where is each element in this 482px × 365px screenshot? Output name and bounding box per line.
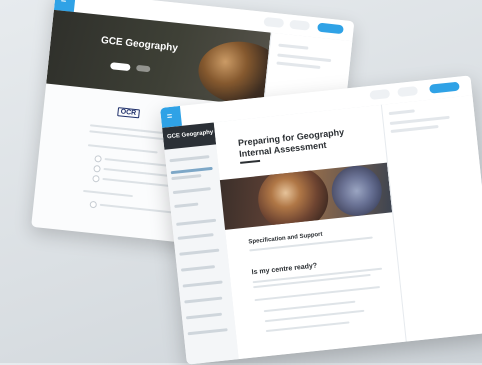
nav-item[interactable] xyxy=(176,218,217,226)
sidebar-heading xyxy=(278,43,309,50)
header-primary-button[interactable] xyxy=(429,81,460,94)
lens-image xyxy=(329,163,385,219)
app-logo[interactable]: = xyxy=(160,105,182,128)
section-heading-centre-ready: Is my centre ready? xyxy=(251,262,318,277)
section-heading xyxy=(83,189,133,198)
header-primary-button[interactable] xyxy=(317,22,344,35)
header-button-2[interactable] xyxy=(397,86,419,98)
paragraph-line xyxy=(254,285,381,302)
app-logo-glyph: = xyxy=(61,0,67,5)
nav-item[interactable] xyxy=(180,265,216,272)
sidebar-item[interactable] xyxy=(390,125,439,134)
nav-item[interactable] xyxy=(184,296,223,304)
checklist-item[interactable] xyxy=(102,177,171,187)
checklist-radio[interactable] xyxy=(89,200,98,209)
lesson-window: = GCE Geography Preparing for Geography xyxy=(160,75,482,365)
sidebar-heading xyxy=(388,109,415,116)
nav-item[interactable] xyxy=(185,312,223,320)
nav-item[interactable] xyxy=(172,187,211,195)
nav-title: GCE Geography xyxy=(162,122,217,150)
lesson-banner-image xyxy=(219,162,393,230)
header-button-1[interactable] xyxy=(263,16,285,28)
nav-item[interactable] xyxy=(182,280,223,288)
nav-item-active[interactable] xyxy=(170,166,213,175)
header-button-2[interactable] xyxy=(289,19,311,31)
header-button-1[interactable] xyxy=(369,88,391,100)
nav-item[interactable] xyxy=(174,202,199,209)
hero-start-button[interactable] xyxy=(110,62,131,72)
lesson-content: Preparing for Geography Internal Assessm… xyxy=(213,104,406,360)
hero-secondary-link[interactable] xyxy=(135,64,151,73)
checklist-item[interactable] xyxy=(99,203,176,214)
nav-item[interactable] xyxy=(171,174,202,181)
nav-item[interactable] xyxy=(179,248,220,256)
sidebar-item[interactable] xyxy=(389,115,450,126)
nav-item[interactable] xyxy=(177,233,214,240)
lesson-title: Preparing for Geography Internal Assessm… xyxy=(237,126,345,159)
app-logo-glyph: = xyxy=(166,110,173,122)
title-underline xyxy=(240,159,261,164)
nav-item[interactable] xyxy=(169,155,210,163)
screenshot-scene: = GCE Geography OCR xyxy=(0,0,482,365)
checklist-radio[interactable] xyxy=(94,154,102,163)
course-title: GCE Geography xyxy=(100,35,179,55)
globe-image xyxy=(255,163,332,230)
section-heading xyxy=(87,144,158,154)
bullet-line xyxy=(263,300,356,313)
provider-logo: OCR xyxy=(117,107,140,119)
hero-image xyxy=(195,37,271,107)
checklist-radio[interactable] xyxy=(93,164,101,173)
sidebar-item[interactable] xyxy=(276,61,321,70)
checklist-radio[interactable] xyxy=(92,174,100,183)
bullet-line xyxy=(265,321,350,333)
bullet-line xyxy=(264,309,365,323)
sidebar-item[interactable] xyxy=(277,53,332,63)
nav-item[interactable] xyxy=(187,328,228,336)
